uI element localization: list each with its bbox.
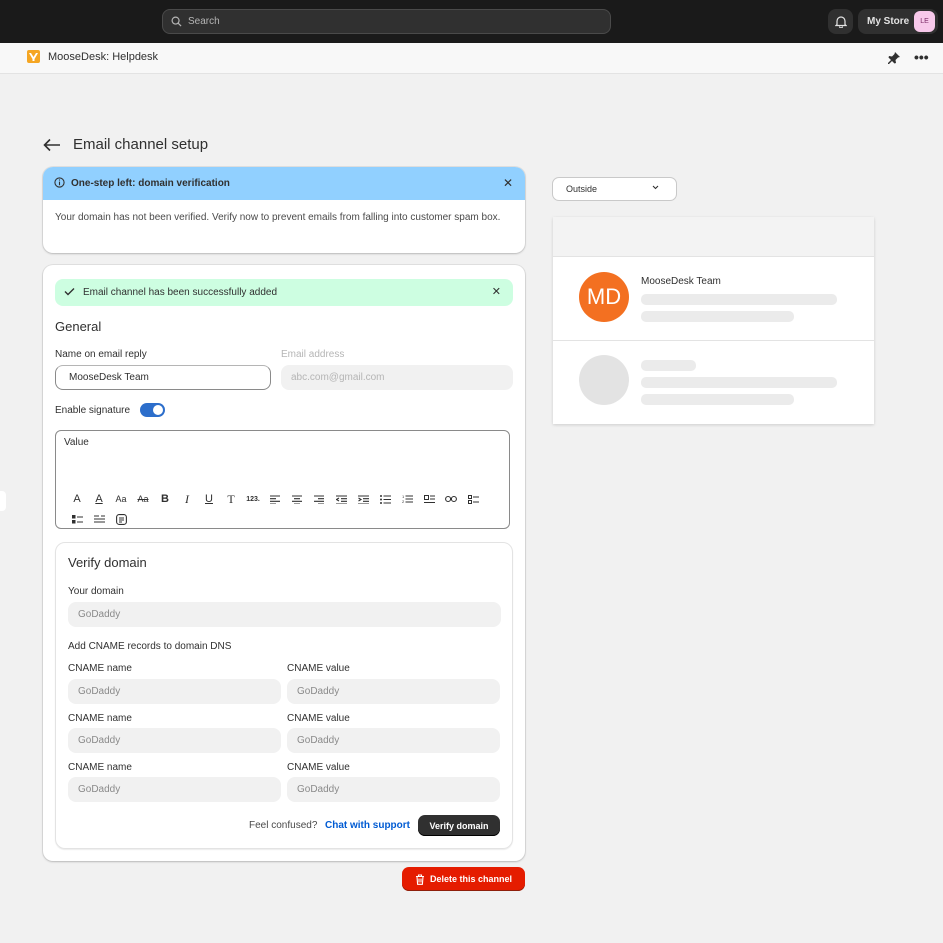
delete-channel-button[interactable]: Delete this channel — [402, 867, 525, 891]
image-left-icon[interactable] — [418, 489, 440, 509]
skeleton-line — [641, 311, 794, 322]
cname-value-input[interactable]: GoDaddy — [287, 679, 500, 704]
cname-name-label: CNAME name — [68, 663, 132, 674]
verification-banner: One-step left: domain verification ✕ You… — [43, 167, 525, 253]
numbered-list-icon[interactable]: 12 — [396, 489, 418, 509]
bold-icon[interactable]: B — [154, 489, 176, 509]
outdent-icon[interactable] — [330, 489, 352, 509]
sender-avatar: MD — [579, 272, 629, 322]
align-left-icon[interactable] — [264, 489, 286, 509]
align-center-icon[interactable] — [286, 489, 308, 509]
chat-support-link[interactable]: Chat with support — [325, 820, 410, 831]
checkmark-icon — [64, 287, 75, 299]
preview-mode-value: Outside — [566, 184, 598, 194]
confused-text: Feel confused? — [249, 820, 318, 831]
cname-name-input[interactable]: GoDaddy — [68, 679, 281, 704]
enable-signature-label: Enable signature — [55, 405, 131, 416]
delete-channel-label: Delete this channel — [429, 874, 513, 884]
cname-name-label: CNAME name — [68, 762, 132, 773]
highlight-color-icon[interactable]: A — [88, 489, 110, 509]
paragraph-format-icon[interactable] — [88, 509, 110, 529]
app-title: MooseDesk: Helpdesk — [48, 51, 159, 63]
email-channel-card: Email channel has been successfully adde… — [43, 265, 525, 861]
search-placeholder: Search — [188, 16, 220, 27]
editor-value: Value — [64, 437, 89, 448]
trash-icon — [415, 873, 424, 885]
placeholder-avatar — [579, 355, 629, 405]
bullet-list-icon[interactable] — [374, 489, 396, 509]
number-format-icon[interactable]: 123. — [242, 489, 264, 509]
info-icon — [54, 176, 65, 191]
svg-text:2: 2 — [402, 499, 405, 504]
success-close-icon[interactable]: ✕ — [492, 285, 501, 298]
signature-editor[interactable]: Value A A Aa Aa B I U T 123. 12 — [55, 430, 510, 529]
link-icon[interactable] — [440, 489, 462, 509]
top-bar: Search My Store LE — [0, 0, 943, 43]
name-on-reply-label: Name on email reply — [55, 349, 147, 360]
banner-close-icon[interactable]: ✕ — [503, 176, 513, 190]
cname-value-label: CNAME value — [287, 713, 350, 724]
template-icon[interactable] — [110, 509, 132, 529]
font-color-icon[interactable]: A — [66, 489, 88, 509]
verify-domain-heading: Verify domain — [68, 555, 147, 570]
text-style-icon[interactable]: T — [220, 489, 242, 509]
email-address-input[interactable]: abc.com@gmail.com — [281, 365, 513, 390]
preview-mode-select[interactable]: Outside — [552, 177, 677, 201]
underline-icon[interactable]: U — [198, 489, 220, 509]
store-name: My Store — [867, 16, 910, 27]
email-address-label: Email address — [281, 349, 345, 360]
banner-body: Your domain has not been verified. Verif… — [55, 212, 501, 223]
preview-header — [553, 217, 874, 257]
verify-domain-button[interactable]: Verify domain — [418, 815, 500, 836]
store-avatar: LE — [914, 11, 935, 32]
general-heading: General — [55, 319, 102, 334]
cname-value-input[interactable]: GoDaddy — [287, 777, 500, 802]
cname-name-input[interactable]: GoDaddy — [68, 728, 281, 753]
cname-value-input[interactable]: GoDaddy — [287, 728, 500, 753]
checklist-icon[interactable] — [462, 489, 484, 509]
back-arrow-icon[interactable] — [43, 138, 61, 155]
search-icon — [171, 16, 182, 27]
signature-toggle[interactable] — [140, 403, 165, 417]
cname-name-input[interactable]: GoDaddy — [68, 777, 281, 802]
skeleton-line — [641, 394, 794, 405]
cname-name-label: CNAME name — [68, 713, 132, 724]
align-right-icon[interactable] — [308, 489, 330, 509]
bell-icon — [834, 16, 847, 28]
search-input[interactable]: Search — [162, 9, 611, 34]
indent-icon[interactable] — [352, 489, 374, 509]
notifications-button[interactable] — [828, 9, 853, 34]
editor-toolbar: A A Aa Aa B I U T 123. 12 — [66, 489, 486, 529]
pin-icon[interactable] — [887, 51, 901, 68]
skeleton-line — [641, 360, 696, 371]
sender-name: MooseDesk Team — [641, 276, 721, 287]
cname-value-label: CNAME value — [287, 663, 350, 674]
font-size-icon[interactable]: Aa — [110, 489, 132, 509]
page-title: Email channel setup — [73, 136, 209, 153]
your-domain-input[interactable]: GoDaddy — [68, 602, 501, 627]
verify-domain-card: Verify domain Your domain GoDaddy Add CN… — [55, 542, 513, 849]
app-header: MooseDesk: Helpdesk ••• — [0, 43, 943, 74]
store-menu-button[interactable]: My Store LE — [858, 9, 938, 34]
cname-value-label: CNAME value — [287, 762, 350, 773]
banner-title: One-step left: domain verification — [71, 178, 230, 189]
name-on-reply-input[interactable]: MooseDesk Team — [55, 365, 271, 390]
side-edge-tab[interactable] — [0, 491, 6, 511]
your-domain-label: Your domain — [68, 586, 124, 597]
skeleton-line — [641, 377, 837, 388]
success-banner: Email channel has been successfully adde… — [55, 279, 513, 306]
task-list-icon[interactable] — [66, 509, 88, 529]
clear-format-icon[interactable]: Aa — [132, 489, 154, 509]
italic-icon[interactable]: I — [176, 489, 198, 509]
chevron-down-icon — [652, 185, 659, 190]
cname-heading: Add CNAME records to domain DNS — [68, 641, 232, 652]
success-message: Email channel has been successfully adde… — [83, 287, 278, 298]
more-actions-icon[interactable]: ••• — [914, 49, 929, 65]
skeleton-line — [641, 294, 837, 305]
moosedesk-logo-icon — [27, 50, 40, 63]
email-preview: MD MooseDesk Team — [553, 217, 874, 424]
banner-header: One-step left: domain verification — [43, 167, 525, 200]
